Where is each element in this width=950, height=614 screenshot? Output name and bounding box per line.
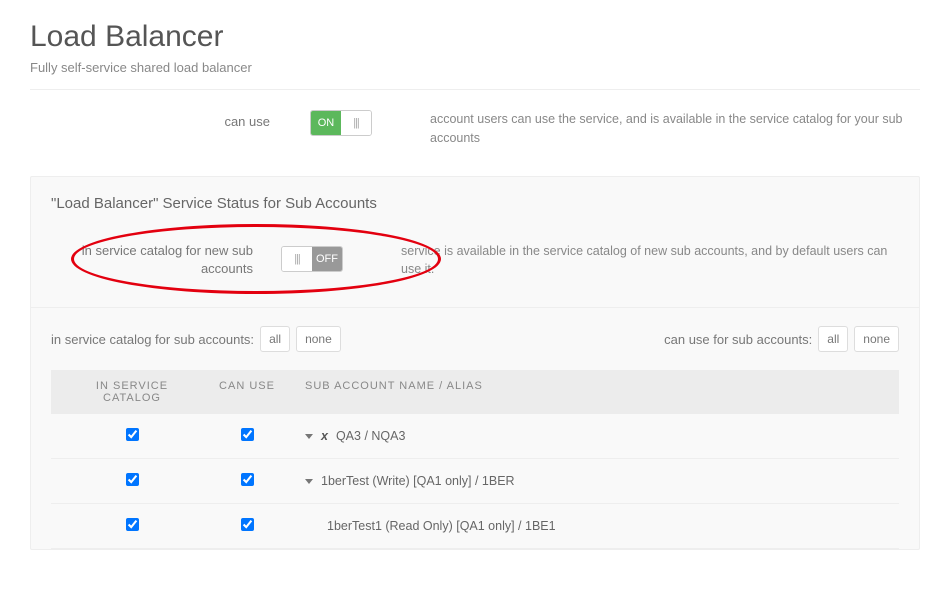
in-service-new-row: in service catalog for new sub accounts …: [51, 242, 899, 280]
can-use-checkbox[interactable]: [241, 473, 254, 486]
table-row: x QA3 / NQA3: [51, 414, 899, 459]
panel-divider: [31, 307, 919, 308]
table-header: IN SERVICE CATALOG CAN USE SUB ACCOUNT N…: [51, 370, 899, 414]
page-title: Load Balancer: [30, 20, 920, 54]
in-service-checkbox[interactable]: [126, 473, 139, 486]
table-row: 1berTest (Write) [QA1 only] / 1BER: [51, 459, 899, 504]
table-row: 1berTest1 (Read Only) [QA1 only] / 1BE1: [51, 504, 899, 549]
x-icon: x: [321, 429, 328, 443]
expand-caret-icon[interactable]: [305, 479, 313, 484]
can-use-row: can use ON ||| account users can use the…: [30, 110, 920, 148]
can-use-all-button[interactable]: all: [818, 326, 848, 352]
toggle-grip-icon: |||: [282, 247, 312, 271]
sub-account-name: 1berTest1 (Read Only) [QA1 only] / 1BE1: [327, 519, 556, 533]
sub-accounts-table: IN SERVICE CATALOG CAN USE SUB ACCOUNT N…: [51, 370, 899, 549]
in-service-none-button[interactable]: none: [296, 326, 341, 352]
can-use-description: account users can use the service, and i…: [430, 110, 920, 148]
can-use-none-button[interactable]: none: [854, 326, 899, 352]
header-name: SUB ACCOUNT NAME / ALIAS: [297, 380, 883, 404]
in-service-checkbox[interactable]: [126, 428, 139, 441]
sub-accounts-panel: "Load Balancer" Service Status for Sub A…: [30, 176, 920, 551]
toggle-on-text: ON: [311, 111, 341, 135]
toggle-grip-icon: |||: [341, 111, 371, 135]
expand-caret-icon[interactable]: [305, 434, 313, 439]
can-use-checkbox[interactable]: [241, 518, 254, 531]
sub-account-name: QA3 / NQA3: [336, 429, 405, 443]
filter-left-label: in service catalog for sub accounts:: [51, 332, 254, 347]
table-body[interactable]: x QA3 / NQA3 1berTest (Write) [QA1 only] /…: [51, 414, 899, 549]
toggle-off-text: OFF: [312, 247, 342, 271]
can-use-label: can use: [30, 110, 310, 129]
page-subtitle: Fully self-service shared load balancer: [30, 60, 920, 75]
in-service-new-label: in service catalog for new sub accounts: [51, 242, 281, 278]
can-use-toggle[interactable]: ON |||: [310, 110, 372, 136]
filter-bar: in service catalog for sub accounts: all…: [51, 326, 899, 352]
in-service-new-toggle[interactable]: ||| OFF: [281, 246, 343, 272]
in-service-all-button[interactable]: all: [260, 326, 290, 352]
in-service-new-description: service is available in the service cata…: [401, 242, 899, 280]
panel-title: "Load Balancer" Service Status for Sub A…: [51, 195, 899, 212]
filter-left-group: in service catalog for sub accounts: all…: [51, 326, 341, 352]
can-use-checkbox[interactable]: [241, 428, 254, 441]
sub-account-name: 1berTest (Write) [QA1 only] / 1BER: [321, 474, 515, 488]
in-service-checkbox[interactable]: [126, 518, 139, 531]
header-can-use: CAN USE: [197, 380, 297, 404]
filter-right-group: can use for sub accounts: all none: [664, 326, 899, 352]
header-in-service: IN SERVICE CATALOG: [67, 380, 197, 404]
divider: [30, 89, 920, 90]
filter-right-label: can use for sub accounts:: [664, 332, 812, 347]
